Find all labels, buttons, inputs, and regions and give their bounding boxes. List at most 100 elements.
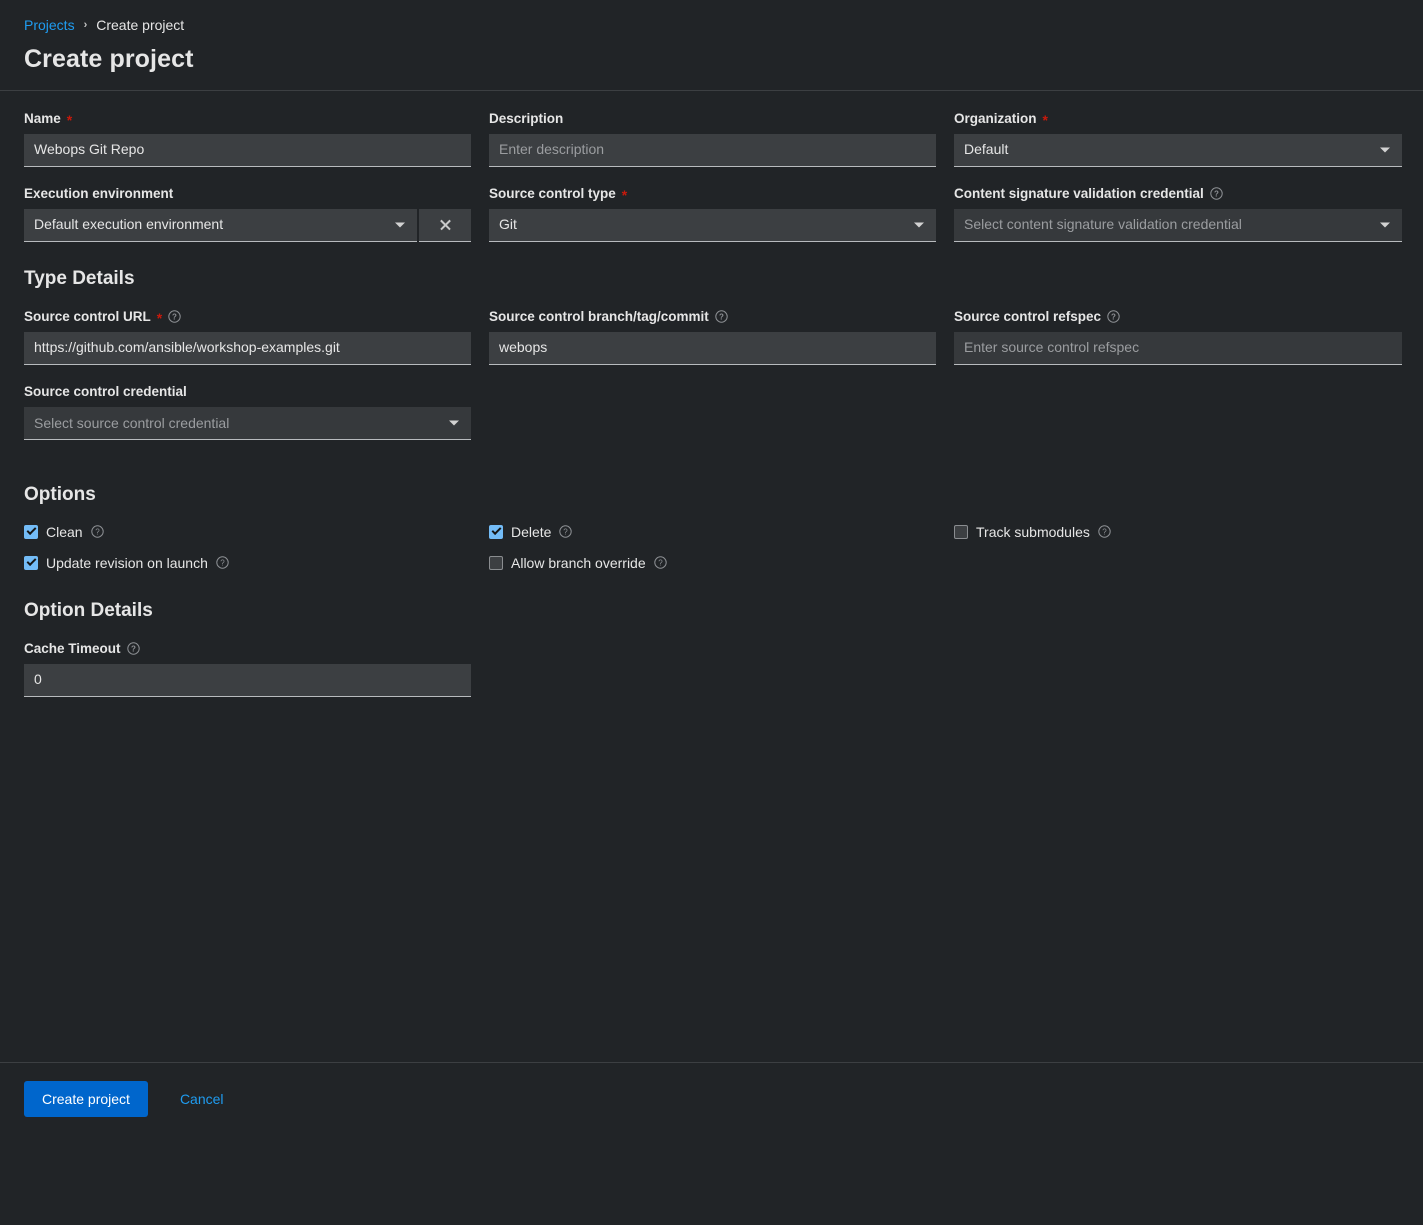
name-input[interactable]: Webops Git Repo [24, 133, 471, 167]
page-title: Create project [24, 45, 194, 73]
help-icon[interactable]: ? [126, 642, 140, 655]
label-source-control-refspec-text: Source control refspec [954, 308, 1102, 324]
field-execution-environment: Execution environment Default execution … [24, 186, 471, 242]
breadcrumb-separator-icon: › [83, 18, 88, 31]
chevron-down-icon [1380, 147, 1390, 153]
required-asterisk: * [156, 309, 163, 326]
breadcrumb-current: Create project [96, 17, 185, 33]
option-allow-branch-override[interactable]: Allow branch override ? [489, 554, 954, 571]
source-control-credential-select[interactable]: Select source control credential [24, 407, 471, 441]
option-update-revision-on-launch[interactable]: Update revision on launch ? [24, 554, 489, 571]
section-title-options: Options [24, 484, 96, 506]
source-control-refspec-placeholder: Enter source control refspec [964, 339, 1140, 356]
label-cache-timeout: Cache Timeout ? [24, 641, 471, 657]
section-title-option-details: Option Details [24, 599, 153, 621]
label-source-control-branch: Source control branch/tag/commit ? [489, 309, 936, 325]
svg-text:?: ? [172, 313, 177, 322]
svg-text:?: ? [95, 528, 100, 537]
source-control-url-input[interactable]: https://github.com/ansible/workshop-exam… [24, 331, 471, 365]
help-icon[interactable]: ? [559, 525, 573, 539]
help-icon[interactable]: ? [1107, 310, 1120, 323]
label-name: Name * [24, 111, 471, 127]
source-control-credential-placeholder: Select source control credential [34, 414, 230, 431]
required-asterisk: * [621, 186, 628, 203]
checkbox-update-revision-on-launch[interactable] [24, 555, 38, 570]
field-cache-timeout: Cache Timeout ? 0 [24, 641, 471, 697]
execution-environment-select[interactable]: Default execution environment [24, 208, 417, 242]
source-control-refspec-input[interactable]: Enter source control refspec [954, 331, 1402, 365]
organization-select-value: Default [964, 141, 1009, 158]
svg-text:?: ? [220, 559, 225, 568]
close-icon [439, 218, 452, 231]
execution-environment-clear-button[interactable] [419, 208, 471, 242]
source-control-url-value: https://github.com/ansible/workshop-exam… [34, 339, 340, 356]
check-icon [26, 525, 36, 536]
options-grid: Clean ? Delete ? Track submodules ? Upda… [24, 523, 1399, 571]
chevron-down-icon [1380, 222, 1390, 228]
option-update-revision-on-launch-label: Update revision on launch [46, 554, 208, 571]
label-source-control-url-text: Source control URL [24, 308, 151, 324]
help-icon[interactable]: ? [653, 556, 667, 570]
chevron-down-icon [449, 420, 459, 426]
label-source-control-url: Source control URL * ? [24, 309, 471, 325]
field-description: Description Enter description [489, 111, 936, 167]
option-clean-label: Clean [46, 523, 83, 540]
description-input[interactable]: Enter description [489, 133, 936, 167]
help-icon[interactable]: ? [90, 525, 104, 539]
section-title-type-details: Type Details [24, 267, 135, 289]
svg-text:?: ? [658, 559, 663, 568]
checkbox-track-submodules[interactable] [954, 524, 968, 539]
required-asterisk: * [1042, 111, 1048, 128]
organization-select[interactable]: Default [954, 133, 1402, 167]
cancel-button[interactable]: Cancel [166, 1081, 238, 1117]
source-control-branch-input[interactable]: webops [489, 331, 936, 365]
help-icon[interactable]: ? [168, 310, 181, 323]
label-content-signature-validation-credential: Content signature validation credential … [954, 186, 1402, 202]
execution-environment-typeahead: Default execution environment [24, 208, 471, 242]
label-execution-environment: Execution environment [24, 186, 471, 202]
field-content-signature-validation-credential: Content signature validation credential … [954, 186, 1402, 242]
breadcrumb-link-projects[interactable]: Projects [24, 18, 75, 32]
help-icon[interactable]: ? [1210, 187, 1223, 200]
label-source-control-type: Source control type * [489, 186, 936, 202]
option-delete-label: Delete [511, 523, 552, 540]
option-delete[interactable]: Delete ? [489, 523, 954, 540]
field-source-control-url: Source control URL * ? https://github.co… [24, 309, 471, 365]
cache-timeout-value: 0 [34, 671, 42, 688]
svg-text:?: ? [1214, 190, 1219, 199]
field-organization: Organization * Default [954, 111, 1402, 167]
help-icon[interactable]: ? [216, 556, 229, 570]
source-control-branch-value: webops [499, 339, 548, 356]
label-execution-environment-text: Execution environment [24, 185, 174, 201]
option-details-filler-2 [954, 641, 1402, 716]
check-icon [26, 556, 36, 567]
create-project-button[interactable]: Create project [24, 1080, 148, 1117]
option-details-grid: Cache Timeout ? 0 [24, 641, 1399, 716]
option-allow-branch-override-label: Allow branch override [511, 554, 646, 571]
svg-text:?: ? [1111, 313, 1116, 322]
form-bottom-spacer [24, 716, 1399, 986]
description-placeholder: Enter description [499, 141, 605, 158]
option-track-submodules[interactable]: Track submodules ? [954, 523, 1419, 540]
option-clean[interactable]: Clean ? [24, 523, 489, 540]
label-source-control-credential-text: Source control credential [24, 383, 187, 399]
svg-text:?: ? [719, 313, 724, 322]
checkbox-allow-branch-override[interactable] [489, 555, 503, 570]
field-name: Name * Webops Git Repo [24, 111, 471, 167]
label-description: Description [489, 111, 936, 127]
help-icon[interactable]: ? [715, 310, 728, 323]
option-track-submodules-label: Track submodules [976, 523, 1090, 540]
required-asterisk: * [66, 111, 73, 128]
source-control-type-value: Git [499, 216, 517, 233]
cache-timeout-input[interactable]: 0 [24, 663, 471, 697]
check-icon [491, 525, 501, 536]
checkbox-clean[interactable] [24, 524, 38, 539]
source-control-type-select[interactable]: Git [489, 208, 936, 242]
svg-text:?: ? [564, 528, 569, 537]
content-signature-validation-credential-select[interactable]: Select content signature validation cred… [954, 208, 1402, 242]
label-organization: Organization * [954, 111, 1402, 127]
chevron-down-icon [914, 222, 924, 228]
checkbox-delete[interactable] [489, 524, 503, 539]
help-icon[interactable]: ? [1098, 525, 1111, 539]
execution-environment-value: Default execution environment [34, 216, 224, 233]
